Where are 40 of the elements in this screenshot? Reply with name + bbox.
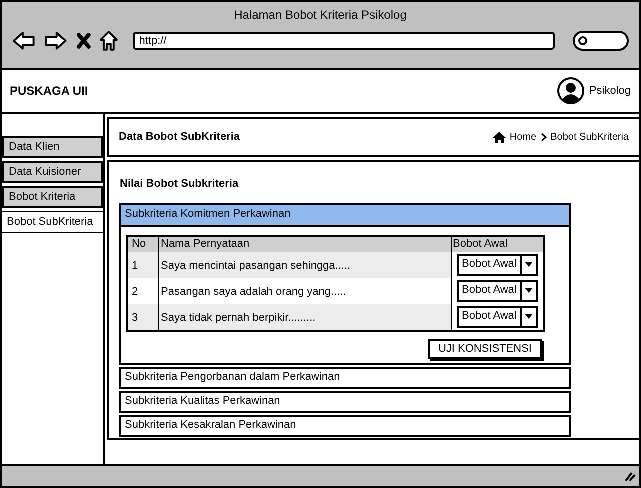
chevron-right-icon	[540, 132, 547, 142]
accordion-header[interactable]: Subkriteria Kesakralan Perkawinan	[119, 414, 571, 436]
weight-dropdown[interactable]: Bobot Awal	[457, 280, 538, 302]
back-icon[interactable]	[12, 31, 36, 51]
caret-icon	[524, 262, 533, 267]
panel-title: Nilai Bobot Subkriteria	[120, 177, 240, 192]
home-icon[interactable]	[99, 30, 120, 52]
sidebar-item[interactable]: Data Kuisioner	[2, 161, 103, 183]
accordion-header[interactable]: Subkriteria Pengorbanan dalam Perkawinan	[119, 366, 571, 388]
user-avatar-icon[interactable]	[557, 77, 586, 105]
consistency-button[interactable]: UJI KONSISTENSI	[428, 338, 542, 358]
table-cell-text: Pasangan saya adalah orang yang.....	[161, 285, 346, 300]
user-name: Psikolog	[589, 84, 631, 99]
sidebar-item[interactable]: Data Klien	[2, 136, 103, 158]
sidebar-item[interactable]: Bobot Kriteria	[2, 186, 103, 208]
brand-title: PUSKAGA UII	[10, 83, 88, 100]
window-title: Halaman Bobot Kriteria Psikolog	[234, 7, 407, 24]
accordion-header[interactable]: Subkriteria Komitmen Perkawinan	[119, 202, 571, 226]
table-cell-text: Saya mencintai pasangan sehingga.....	[161, 259, 351, 274]
column-header: Bobot Awal	[452, 236, 509, 252]
search-field[interactable]	[573, 31, 629, 51]
sidebar-item[interactable]: Bobot SubKriteria	[2, 211, 103, 233]
resize-grip-icon[interactable]	[624, 470, 636, 482]
page-title: Data Bobot SubKriteria	[119, 130, 240, 145]
home-icon	[492, 132, 506, 142]
table-cell-text: 3	[132, 311, 138, 326]
table-cell-text: 2	[132, 285, 138, 300]
weight-dropdown[interactable]: Bobot Awal	[457, 306, 538, 328]
search-icon	[578, 36, 588, 46]
weight-dropdown[interactable]: Bobot Awal	[457, 254, 538, 276]
accordion-header[interactable]: Subkriteria Kualitas Perkawinan	[119, 390, 571, 412]
caret-icon	[524, 314, 533, 319]
table-cell-text: Saya tidak pernah berpikir.........	[161, 311, 316, 326]
forward-icon[interactable]	[44, 31, 68, 51]
breadcrumb-link[interactable]: Home	[510, 130, 537, 144]
table-cell-text: 1	[132, 259, 138, 274]
url-field[interactable]: http://	[133, 32, 556, 50]
caret-icon	[524, 288, 533, 293]
breadcrumb-link[interactable]: Bobot SubKriteria	[550, 130, 629, 144]
close-icon[interactable]	[76, 32, 92, 50]
